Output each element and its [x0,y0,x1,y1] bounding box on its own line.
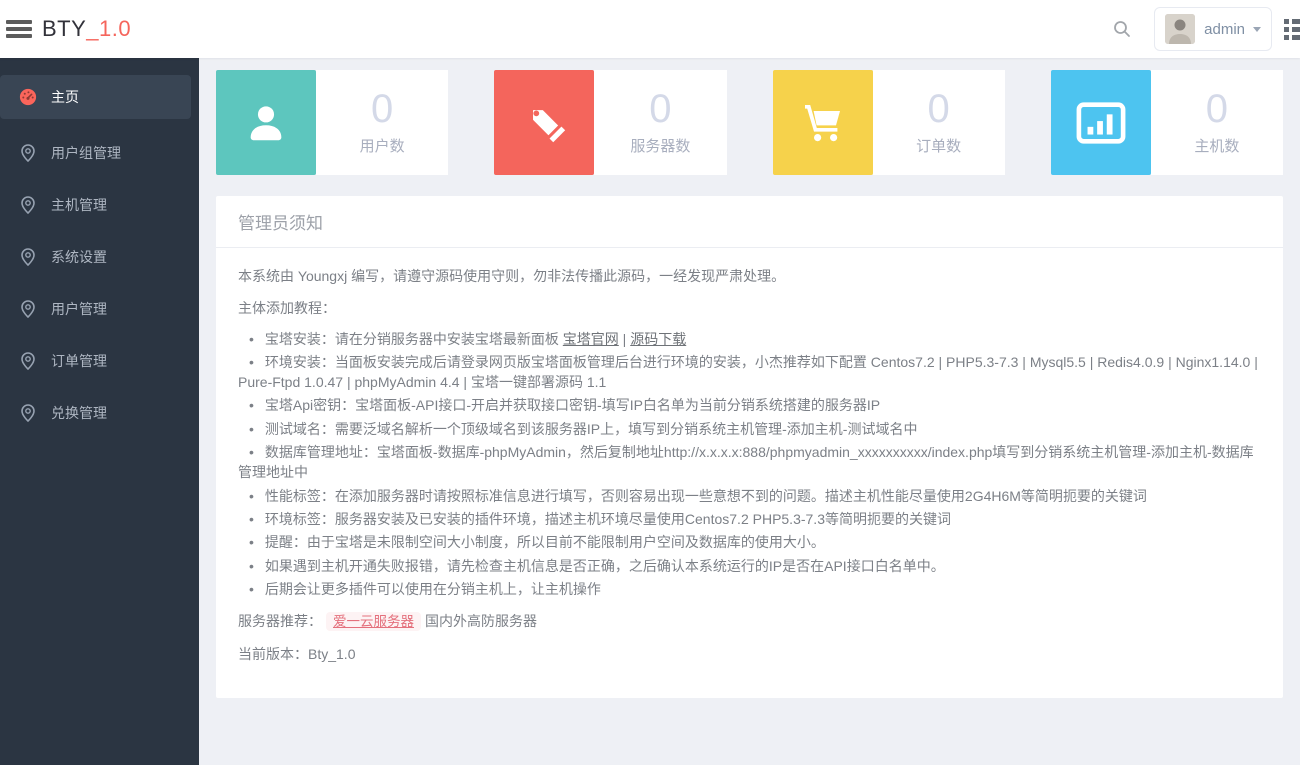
notice-item: 宝塔安装：请在分销服务器中安装宝塔最新面板 宝塔官网 | 源码下载 [238,329,1261,349]
sidebar-item-usergroups[interactable]: 用户组管理 [0,127,199,179]
stat-value: 0 [371,87,394,131]
notice-item: 数据库管理地址：宝塔面板-数据库-phpMyAdmin，然后复制地址http:/… [238,442,1261,483]
stat-label: 主机数 [1194,138,1240,155]
recommend-suffix: 国内外高防服务器 [425,613,537,630]
map-pin-icon [18,144,38,162]
sidebar-item-home[interactable]: 主页 [0,75,191,119]
settings-bars-icon[interactable] [1284,16,1300,43]
notice-panel: 管理员须知 本系统由 Youngxj 编写，请遵守源码使用守则，勿非法传播此源码… [216,196,1283,699]
stat-card-info: 0 主机数 [1150,70,1283,175]
version-value: Bty_1.0 [308,645,356,662]
notice-list: 宝塔安装：请在分销服务器中安装宝塔最新面板 宝塔官网 | 源码下载环境安装：当面… [238,329,1261,600]
recommend-link[interactable]: 爱一云服务器 [326,612,421,632]
notice-item: 环境安装：当面板安装完成后请登录网页版宝塔面板管理后台进行环境的安装，小杰推荐如… [238,352,1261,393]
sidebar-item-users[interactable]: 用户管理 [0,283,199,335]
logo-text: BTY [42,16,87,41]
cart-icon [772,70,873,175]
notice-item: 宝塔Api密钥：宝塔面板-API接口-开启并获取接口密钥-填写IP白名单为当前分… [238,395,1261,415]
stat-card-users: 0 用户数 [216,70,449,175]
notice-item: 后期会让更多插件可以使用在分销主机上，让主机操作 [238,579,1261,599]
sidebar-item-label: 用户管理 [51,301,107,317]
sidebar-item-orders[interactable]: 订单管理 [0,335,199,387]
sidebar-item-label: 主机管理 [51,197,107,213]
sidebar-item-exchange[interactable]: 兑换管理 [0,387,199,439]
notice-item: 环境标签：服务器安装及已安装的插件环境，描述主机环境尽量使用Centos7.2 … [238,509,1261,529]
stat-label: 订单数 [916,138,962,155]
sidebar-item-system-settings[interactable]: 系统设置 [0,231,199,283]
panel-title: 管理员须知 [216,196,1283,248]
top-bar: BTY_1.0 admin [0,0,1300,58]
menu-toggle-icon[interactable] [6,17,34,41]
stat-value: 0 [927,87,950,131]
map-pin-icon [18,196,38,214]
logo-version: _1.0 [86,16,132,41]
stat-card-hosts: 0 主机数 [1050,70,1283,175]
notice-subtitle: 主体添加教程： [238,300,336,317]
chevron-down-icon [1253,26,1261,32]
sidebar: 主页 用户组管理 主机管理 系统设置 用户管理 订单管理 兑换管理 [0,58,199,765]
sidebar-item-label: 兑换管理 [51,405,107,421]
stat-card-info: 0 用户数 [316,70,449,175]
stat-card-info: 0 服务器数 [594,70,727,175]
app-logo[interactable]: BTY_1.0 [42,16,131,42]
app: { "colors": { "logo_accent": "#f5655c", … [0,0,1300,765]
map-pin-icon [18,352,38,370]
notice-intro: 本系统由 Youngxj 编写，请遵守源码使用守则，勿非法传播此源码，一经发现严… [238,268,786,284]
main-content: 0 用户数 0 服务器数 0 订单数 0 主机数 管理员须知 本系统由 Youn… [199,58,1300,765]
stat-label: 用户数 [359,138,405,155]
version-prefix: 当前版本： [238,645,308,662]
notice-item: 测试域名：需要泛域名解析一个顶级域名到该服务器IP上，填写到分销系统主机管理-添… [238,419,1261,439]
search-icon[interactable] [1112,19,1132,39]
user-name: admin [1204,20,1245,38]
version-line: 当前版本：Bty_1.0 [238,644,1261,664]
notice-item: 如果遇到主机开通失败报错，请先检查主机信息是否正确，之后确认本系统运行的IP是否… [238,556,1261,576]
notice-link[interactable]: 源码下载 [630,331,686,347]
map-pin-icon [18,248,38,266]
map-pin-icon [18,404,38,422]
stat-value: 0 [1205,87,1228,131]
avatar [1165,14,1196,44]
stat-card-orders: 0 订单数 [772,70,1005,175]
server-recommend-line: 服务器推荐： 爱一云服务器 国内外高防服务器 [238,611,1261,632]
stat-card-servers: 0 服务器数 [494,70,727,175]
notice-item: 性能标签：在添加服务器时请按照标准信息进行填写，否则容易出现一些意想不到的问题。… [238,486,1261,506]
sidebar-item-hosts[interactable]: 主机管理 [0,179,199,231]
stat-card-info: 0 订单数 [872,70,1005,175]
sidebar-item-label: 系统设置 [51,249,107,265]
dashboard-icon [18,88,38,106]
tags-icon [494,70,595,175]
notice-link[interactable]: 宝塔官网 [563,331,619,347]
recommend-prefix: 服务器推荐： [238,613,322,630]
user-menu[interactable]: admin [1154,7,1272,51]
user-icon [216,70,316,175]
bar-chart-icon [1050,70,1151,175]
notice-item: 提醒：由于宝塔是未限制空间大小制度，所以目前不能限制用户空间及数据库的使用大小。 [238,532,1261,552]
sidebar-item-label: 订单管理 [51,353,107,369]
sidebar-item-label: 主页 [51,89,79,105]
sidebar-item-label: 用户组管理 [51,145,121,161]
map-pin-icon [18,300,38,318]
stat-value: 0 [649,87,672,131]
stat-label: 服务器数 [630,138,691,155]
stat-cards: 0 用户数 0 服务器数 0 订单数 0 主机数 [216,70,1283,175]
topbar-right: admin [1112,0,1300,58]
panel-body: 本系统由 Youngxj 编写，请遵守源码使用守则，勿非法传播此源码，一经发现严… [216,248,1283,698]
